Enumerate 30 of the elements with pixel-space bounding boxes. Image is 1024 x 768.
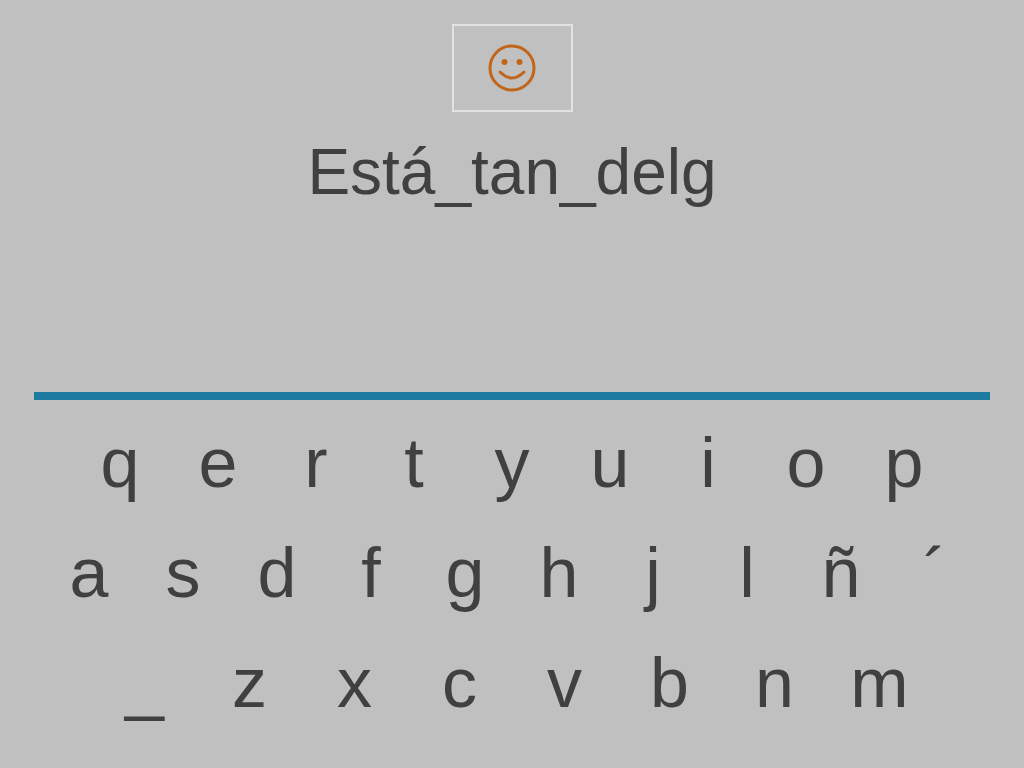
letter-key[interactable]: x	[302, 640, 407, 726]
letter-key[interactable]: g	[418, 530, 512, 616]
letter-key[interactable]: ´	[888, 530, 982, 616]
letter-key[interactable]: m	[827, 640, 932, 726]
letter-key[interactable]: c	[407, 640, 512, 726]
letter-key[interactable]: j	[606, 530, 700, 616]
letter-key[interactable]: r	[267, 420, 365, 506]
letter-key[interactable]: h	[512, 530, 606, 616]
letter-key[interactable]: o	[757, 420, 855, 506]
letter-key[interactable]: l	[700, 530, 794, 616]
letter-key[interactable]: q	[71, 420, 169, 506]
letter-key[interactable]: ñ	[794, 530, 888, 616]
letter-key[interactable]: n	[722, 640, 827, 726]
letter-key[interactable]: b	[617, 640, 722, 726]
letter-key[interactable]: p	[855, 420, 953, 506]
smiley-button[interactable]	[451, 24, 573, 112]
letter-key[interactable]: y	[463, 420, 561, 506]
letter-key[interactable]: f	[324, 530, 418, 616]
letter-key[interactable]: t	[365, 420, 463, 506]
letter-key[interactable]: a	[42, 530, 136, 616]
letter-key[interactable]: s	[136, 530, 230, 616]
answer-text: Está_tan_delg	[307, 135, 717, 210]
letter-key[interactable]: _	[92, 640, 197, 726]
letter-key[interactable]: z	[197, 640, 302, 726]
letter-key[interactable]: v	[512, 640, 617, 726]
smiley-icon	[486, 42, 538, 94]
letter-key[interactable]: e	[169, 420, 267, 506]
letter-key[interactable]: d	[230, 530, 324, 616]
letter-key[interactable]: i	[659, 420, 757, 506]
letter-key[interactable]: u	[561, 420, 659, 506]
